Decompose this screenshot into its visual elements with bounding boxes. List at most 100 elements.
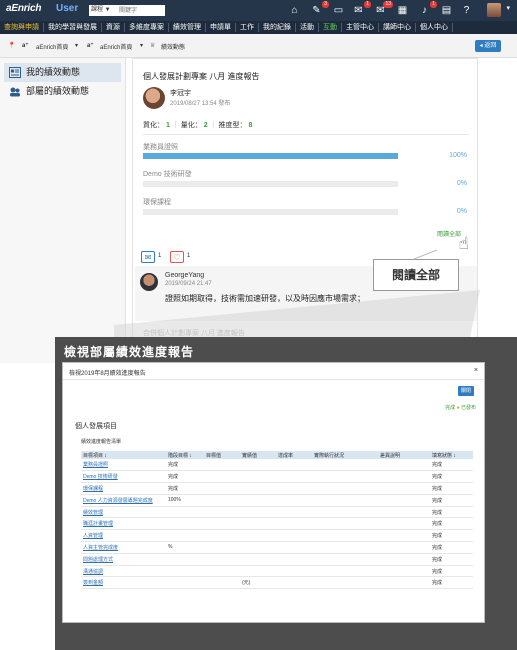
table-row: 人資主管完成度% 完成	[81, 541, 473, 554]
legend-pending: 已發布	[460, 405, 476, 411]
back-button[interactable]: ◂ 返回	[475, 40, 501, 52]
table-cell	[378, 470, 430, 484]
author-avatar[interactable]	[143, 87, 165, 109]
goal-link[interactable]: 問題處理方式	[81, 553, 166, 566]
table-row: Demo 人力資源發展專題完成度 100% 完成	[81, 494, 473, 507]
qual-count: 1	[165, 122, 170, 129]
breadcrumb-item[interactable]: aEnrich首頁	[100, 42, 132, 51]
user-avatar[interactable]	[487, 3, 501, 17]
column-header: 目標值	[204, 451, 240, 459]
close-button[interactable]: 關閉	[458, 386, 474, 396]
grid-icon[interactable]: ▤	[440, 4, 453, 17]
nav-item[interactable]: 講師中心	[379, 23, 416, 32]
goal-link[interactable]: 業務員證照	[81, 459, 166, 472]
table-cell	[204, 576, 240, 590]
table-cell	[378, 506, 430, 519]
alert-icon[interactable]: ✉ 1	[352, 1, 371, 17]
report-modal: 檢視2019年8月績效進度報告 × 關閉 完成 ● 已發布 個人發展項目 績效進…	[62, 362, 485, 623]
search-type-select[interactable]: 課程 ▼	[89, 5, 117, 16]
learning-icon[interactable]: ✎ 3	[310, 1, 329, 17]
table-cell	[240, 517, 276, 531]
progress-bar	[143, 181, 398, 187]
brand-logo[interactable]: aEnrich	[6, 3, 41, 14]
goal-link[interactable]: 職涯計畫管理	[81, 517, 166, 531]
heart-icon[interactable]: ♡	[170, 251, 184, 263]
table-cell	[204, 470, 240, 484]
table-cell	[240, 529, 276, 543]
goal-link[interactable]: 簽到金額	[81, 576, 166, 590]
table-row: 人資管理 完成	[81, 529, 473, 543]
read-all-link[interactable]: 閱讀全部	[437, 229, 461, 238]
subsection-title: 績效進度報告清單	[81, 439, 122, 445]
table-cell	[312, 541, 378, 554]
table-cell	[166, 553, 204, 566]
nav-item[interactable]: 申請單	[206, 23, 236, 32]
window-icon[interactable]: ▭	[332, 4, 345, 17]
column-header[interactable]: 目標項目 ↕	[81, 451, 166, 459]
table-row: 問題處理方式 完成	[81, 553, 473, 566]
table-cell: 完成	[430, 529, 473, 543]
goal-link[interactable]: Demo 人力資源發展專題完成度	[81, 494, 166, 507]
goal-link[interactable]: 環保課程	[81, 482, 166, 495]
commenter-name[interactable]: GeorgeYang	[165, 272, 204, 279]
column-header[interactable]: 填寫狀態 ↕	[430, 451, 473, 459]
author-name[interactable]: 李冠宇	[170, 88, 191, 98]
goal-link[interactable]: 績效管理	[81, 506, 166, 519]
table-cell	[204, 565, 240, 578]
nav-item[interactable]: 查詢與申請	[0, 23, 44, 32]
home-icon[interactable]: ⌂	[288, 4, 301, 17]
breadcrumb-item[interactable]: aEnrich首頁	[36, 42, 68, 51]
column-header[interactable]: 階段目標 ↕	[166, 451, 204, 459]
table-cell: 完成	[430, 517, 473, 531]
table-cell: (元)	[240, 576, 276, 590]
calendar-icon[interactable]: ▦	[396, 4, 409, 17]
column-header: 達成率	[276, 451, 312, 459]
nav-item[interactable]: 我的學習與發展	[44, 23, 102, 32]
search-input[interactable]	[117, 5, 165, 16]
team-icon	[10, 87, 20, 97]
breadcrumb: 📍 a⁺ aEnrich首頁 ▾ a⁺ aEnrich首頁 ▾ ♕ 績效動態 ◂…	[0, 34, 517, 58]
nav-item[interactable]: 我的紀錄	[259, 23, 296, 32]
chevron-down-icon[interactable]: ▾	[506, 4, 510, 12]
notification-badge: 3	[322, 1, 329, 8]
nav-item[interactable]: 互動	[319, 23, 342, 32]
table-cell	[312, 553, 378, 566]
bell-icon[interactable]: ♪ 1	[418, 1, 437, 17]
nav-item[interactable]: 個人中心	[416, 23, 453, 32]
goal-link[interactable]: 人資主管完成度	[81, 541, 166, 554]
post-title[interactable]: 個人發展計劃專案 八月 進度報告	[143, 71, 259, 82]
quant-label: 量化：	[180, 122, 202, 129]
table-cell: 完成	[430, 482, 473, 495]
table-cell	[312, 517, 378, 531]
comment-icon[interactable]: ✉	[141, 251, 155, 263]
table-cell	[240, 541, 276, 554]
close-icon[interactable]: ×	[474, 367, 478, 374]
table-cell	[204, 506, 240, 519]
table-cell	[166, 506, 204, 519]
mail-icon[interactable]: ✉ 13	[374, 1, 393, 17]
nav-item[interactable]: 主管中心	[342, 23, 379, 32]
nav-item[interactable]: 活動	[296, 23, 319, 32]
sidebar-item-subordinate-performance[interactable]: 部屬的績效動態	[4, 82, 121, 101]
help-icon[interactable]: ?	[460, 4, 473, 17]
sidebar-item-my-performance[interactable]: 我的績效動態	[4, 63, 121, 82]
goal-link[interactable]: Demo 技術研發	[81, 470, 166, 484]
table-cell	[240, 506, 276, 519]
table-cell	[312, 482, 378, 495]
progress-percent: 0%	[456, 180, 467, 187]
nav-item[interactable]: 績效管理	[169, 23, 206, 32]
progress-type-count: 8	[248, 122, 253, 129]
nav-item[interactable]: 多維度專案	[125, 23, 169, 32]
comment-text: 證照如期取得，技術需加速研發，以及時因應市場需求；	[165, 294, 365, 303]
nav-item[interactable]: 工作	[236, 23, 259, 32]
nav-item[interactable]: 資源	[102, 23, 125, 32]
table-cell	[240, 494, 276, 507]
table-cell	[312, 565, 378, 578]
table-cell	[166, 529, 204, 543]
table-cell: 完成	[430, 565, 473, 578]
goal-link[interactable]: 溝通協調	[81, 565, 166, 578]
commenter-avatar[interactable]	[140, 273, 158, 291]
table-cell	[240, 565, 276, 578]
table-cell: 100%	[166, 494, 204, 507]
goal-link[interactable]: 人資管理	[81, 529, 166, 543]
